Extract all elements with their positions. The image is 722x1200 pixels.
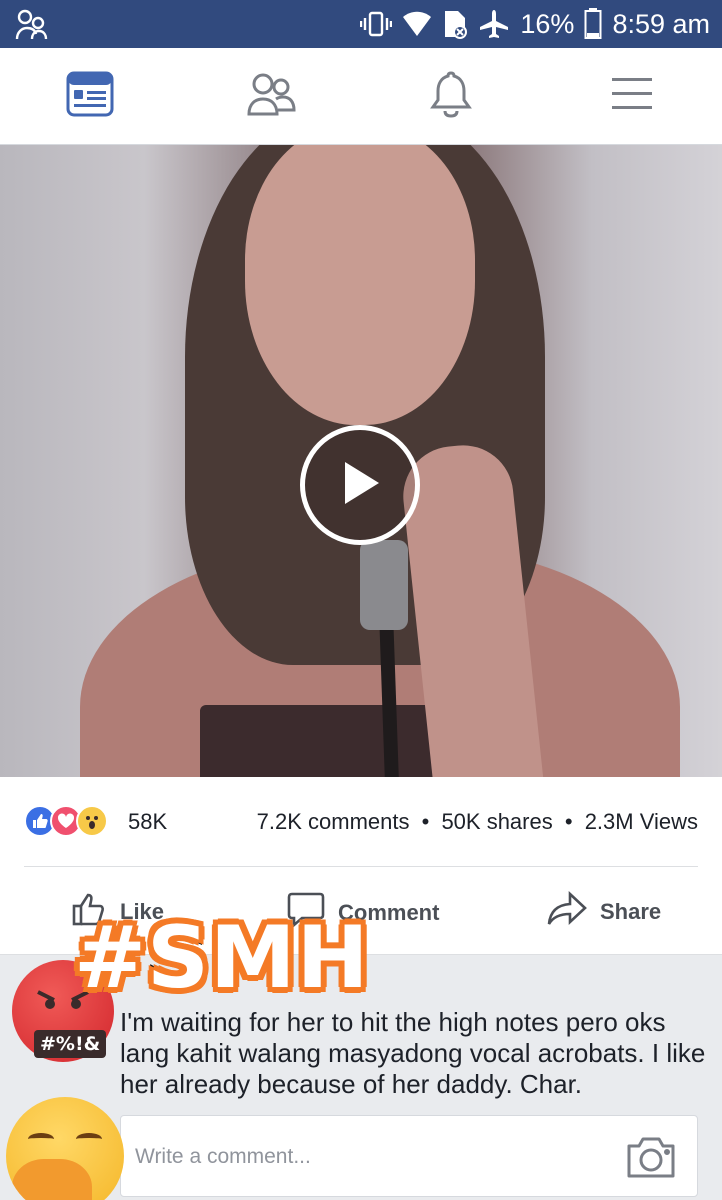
camera-icon [625,1137,677,1184]
reaction-count[interactable]: 58K [128,809,167,835]
people-icon [14,8,48,42]
separator: • [421,809,430,834]
angry-symbols: #%!& [34,1030,107,1058]
menu-icon [610,74,654,119]
views-count: 2.3M Views [584,809,698,834]
notifications-bell-icon [429,70,473,123]
comment-body: I'm waiting for her to hit the high note… [120,1007,706,1099]
comment-input[interactable] [135,1140,595,1174]
tab-news-feed[interactable] [64,70,116,122]
share-button[interactable]: Share [546,891,661,933]
video-player[interactable] [0,145,722,777]
engagement-counts: 7.2K comments • 50K shares • 2.3M Views [257,809,698,835]
comment-composer[interactable] [120,1115,698,1197]
vibrate-icon [360,10,393,38]
wifi-icon [402,11,432,37]
airplane-icon [478,9,510,39]
smh-sticker: #SMH [71,905,373,1012]
wow-reaction-icon [76,805,108,837]
separator: • [564,809,573,834]
share-label: Share [600,899,662,924]
battery-icon [584,8,602,40]
friends-icon [246,71,296,122]
shares-count[interactable]: 50K shares [441,809,552,834]
top-nav [0,48,722,145]
battery-percent: 16% [520,8,575,39]
sim-icon [442,9,468,39]
news-feed-icon [66,70,114,123]
post-stats: 58K 7.2K comments • 50K shares • 2.3M Vi… [0,777,722,867]
play-icon [337,458,383,513]
reactions-summary[interactable] [24,805,108,837]
play-button[interactable] [300,425,420,545]
hand-over-mouth-icon [12,1159,92,1200]
tab-friends[interactable] [245,70,297,122]
camera-button[interactable] [625,1134,677,1180]
tab-menu[interactable] [606,70,658,122]
comments-count[interactable]: 7.2K comments [257,809,410,834]
tab-notifications[interactable] [425,70,477,122]
status-bar: 16% 8:59 am [0,0,722,48]
share-arrow-icon [546,891,588,933]
clock: 8:59 am [612,8,710,39]
